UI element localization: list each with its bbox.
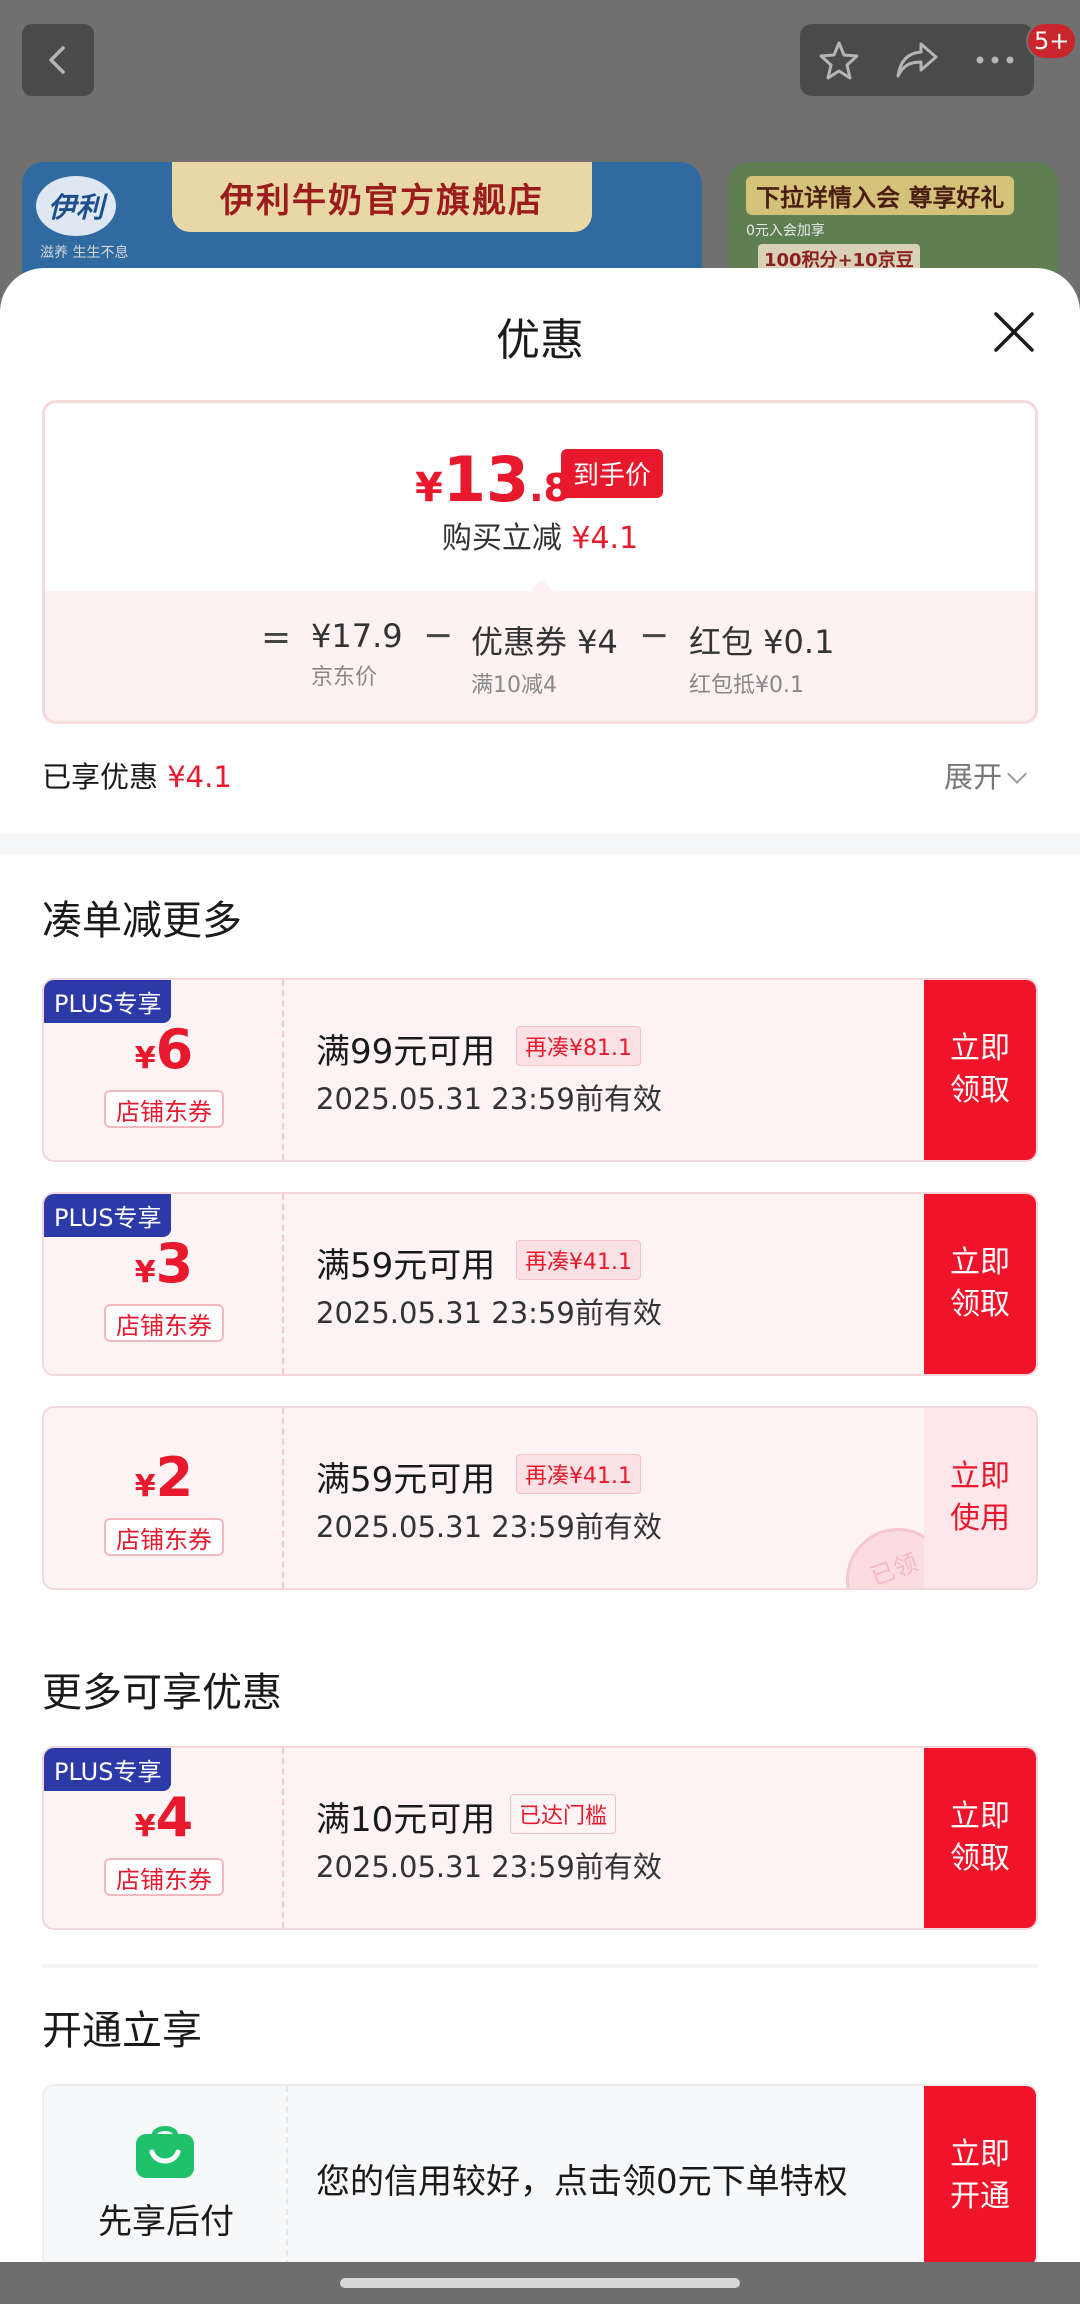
jd-price-label: 京东价 <box>311 665 378 690</box>
home-indicator[interactable] <box>340 2278 740 2288</box>
share-icon[interactable] <box>895 40 939 80</box>
membership-banner-sub: 0元入会加享 <box>746 223 825 239</box>
coupon-currency: ¥ <box>134 1255 156 1290</box>
top-actions <box>800 24 1034 96</box>
more-icon[interactable] <box>974 54 1016 66</box>
coupon-amount: ¥3 <box>44 1232 284 1295</box>
section-title-other: 更多可享优惠 <box>42 1670 282 1716</box>
pay-later-stub: 先享后付 <box>44 2086 288 2266</box>
shopping-bag-icon <box>136 2126 194 2178</box>
message-count-badge: 5+ <box>1026 22 1078 60</box>
redpack-deduction-value: 红包 ¥0.1 <box>689 623 835 661</box>
coupon-stub: PLUS专享 ¥3 店铺东券 <box>44 1194 284 1374</box>
coupon-amount-value: 6 <box>155 1018 194 1081</box>
plus-exclusive-badge: PLUS专享 <box>44 1748 172 1791</box>
coupon-amount: ¥2 <box>44 1446 284 1509</box>
final-price-area: ¥13.8 到手价 购买立减 ¥4.1 <box>45 403 1035 591</box>
minus-sign: − <box>639 615 670 656</box>
coupon-amount-value: 2 <box>155 1446 194 1509</box>
coupon-deduction-item: 优惠券 ¥4 满10减4 <box>471 617 618 699</box>
membership-banner-title: 下拉详情入会 尊享好礼 <box>746 176 1015 215</box>
expand-label: 展开 <box>944 760 1003 794</box>
coupon-condition: 满99元可用 <box>316 1032 496 1072</box>
coupon-card: PLUS专享 ¥3 店铺东券 满59元可用 再凑¥41.1 2025.05.31… <box>42 1192 1038 1376</box>
use-now-button[interactable]: 立即 使用 <box>924 1408 1036 1588</box>
back-button[interactable] <box>22 24 94 96</box>
back-icon <box>49 46 65 74</box>
redpack-deduction-label: 红包抵¥0.1 <box>689 673 804 698</box>
coupon-condition: 满59元可用 <box>316 1460 496 1500</box>
coupon-validity: 2025.05.31 23:59前有效 <box>316 1850 662 1884</box>
section-title-open: 开通立享 <box>42 2008 202 2054</box>
expand-button[interactable]: 展开 <box>944 754 1027 796</box>
coupon-stub: ¥2 店铺东券 <box>44 1408 284 1588</box>
store-coupon-tag: 店铺东券 <box>104 1518 224 1556</box>
pay-later-text: 您的信用较好，点击领0元下单特权 <box>316 2162 848 2202</box>
coupon-amount: ¥6 <box>44 1018 284 1081</box>
discount-sheet: 优惠 ¥13.8 到手价 购买立减 ¥4.1 = ¥17.9 京东价 − 优惠券… <box>0 268 1080 2304</box>
instant-discount-value: ¥4.1 <box>571 521 639 556</box>
brand-logo-subtitle: 滋养 生生不息 <box>40 245 129 261</box>
instant-discount-label: 购买立减 <box>441 521 562 556</box>
coupon-deduction-label: 满10减4 <box>471 673 557 698</box>
store-banner-title: 伊利牛奶官方旗舰店 <box>172 162 592 232</box>
star-icon[interactable] <box>818 39 860 81</box>
threshold-reached-badge: 已达门槛 <box>510 1794 617 1834</box>
coupon-stub: PLUS专享 ¥6 店铺东券 <box>44 980 284 1160</box>
coupon-amount: ¥4 <box>44 1786 284 1849</box>
pay-later-label: 先享后付 <box>98 2202 234 2242</box>
final-price: ¥13.8 <box>415 443 570 516</box>
jd-price-value: ¥17.9 <box>311 617 403 655</box>
enjoyed-discount-label: 已享优惠 <box>42 760 159 794</box>
store-coupon-tag: 店铺东券 <box>104 1858 224 1896</box>
plus-exclusive-badge: PLUS专享 <box>44 980 172 1023</box>
final-price-tag: 到手价 <box>561 449 664 498</box>
minus-sign: − <box>423 615 454 656</box>
coupon-validity: 2025.05.31 23:59前有效 <box>316 1510 662 1544</box>
coupon-condition: 满59元可用 <box>316 1246 496 1286</box>
pay-later-card: 先享后付 您的信用较好，点击领0元下单特权 立即 开通 <box>42 2084 1038 2268</box>
redpack-deduction-item: 红包 ¥0.1 红包抵¥0.1 <box>689 617 834 699</box>
coupon-condition: 满10元可用 <box>316 1800 496 1840</box>
price-formula: = ¥17.9 京东价 − 优惠券 ¥4 满10减4 − 红包 ¥0.1 红包抵… <box>45 591 1035 721</box>
coupon-card: ¥2 店铺东券 满59元可用 再凑¥41.1 2025.05.31 23:59前… <box>42 1406 1038 1590</box>
coupon-validity: 2025.05.31 23:59前有效 <box>316 1082 662 1116</box>
brand-logo: 伊利 <box>36 176 116 236</box>
price-breakdown-card: ¥13.8 到手价 购买立减 ¥4.1 = ¥17.9 京东价 − 优惠券 ¥4… <box>42 400 1038 724</box>
section-title-more: 凑单减更多 <box>42 898 242 944</box>
store-coupon-tag: 店铺东券 <box>104 1090 224 1128</box>
claim-button[interactable]: 立即 领取 <box>924 1194 1036 1374</box>
section-divider <box>42 1964 1038 1968</box>
coupon-currency: ¥ <box>134 1041 156 1076</box>
section-divider <box>0 834 1080 854</box>
store-coupon-tag: 店铺东券 <box>104 1304 224 1342</box>
close-icon[interactable] <box>990 308 1038 356</box>
coupon-card: PLUS专享 ¥4 店铺东券 满10元可用 已达门槛 2025.05.31 23… <box>42 1746 1038 1930</box>
jd-price-item: ¥17.9 京东价 <box>311 617 403 691</box>
instant-discount: 购买立减 ¥4.1 <box>45 513 1035 557</box>
chevron-down-icon <box>1007 764 1027 784</box>
coupon-card: PLUS专享 ¥6 店铺东券 满99元可用 再凑¥81.1 2025.05.31… <box>42 978 1038 1162</box>
coupon-stub: PLUS专享 ¥4 店铺东券 <box>44 1748 284 1928</box>
coupon-amount-value: 4 <box>155 1786 194 1849</box>
claim-button[interactable]: 立即 领取 <box>924 980 1036 1160</box>
plus-exclusive-badge: PLUS专享 <box>44 1194 172 1237</box>
activate-button[interactable]: 立即 开通 <box>924 2086 1036 2266</box>
coupon-gap-badge: 再凑¥41.1 <box>516 1240 641 1280</box>
coupon-currency: ¥ <box>134 1469 156 1504</box>
coupon-validity: 2025.05.31 23:59前有效 <box>316 1296 662 1330</box>
coupon-amount-value: 3 <box>155 1232 194 1295</box>
coupon-gap-badge: 再凑¥41.1 <box>516 1454 641 1494</box>
coupon-currency: ¥ <box>134 1809 156 1844</box>
sheet-title: 优惠 <box>496 315 584 366</box>
coupon-gap-badge: 再凑¥81.1 <box>516 1026 641 1066</box>
final-price-integer: 13 <box>442 443 530 516</box>
enjoyed-discount-value: ¥4.1 <box>167 760 232 794</box>
equals-sign: = <box>261 617 292 658</box>
claim-button[interactable]: 立即 领取 <box>924 1748 1036 1928</box>
enjoyed-discount: 已享优惠 ¥4.1 <box>42 754 232 796</box>
final-price-currency: ¥ <box>415 465 443 511</box>
coupon-deduction-value: 优惠券 ¥4 <box>471 623 618 661</box>
